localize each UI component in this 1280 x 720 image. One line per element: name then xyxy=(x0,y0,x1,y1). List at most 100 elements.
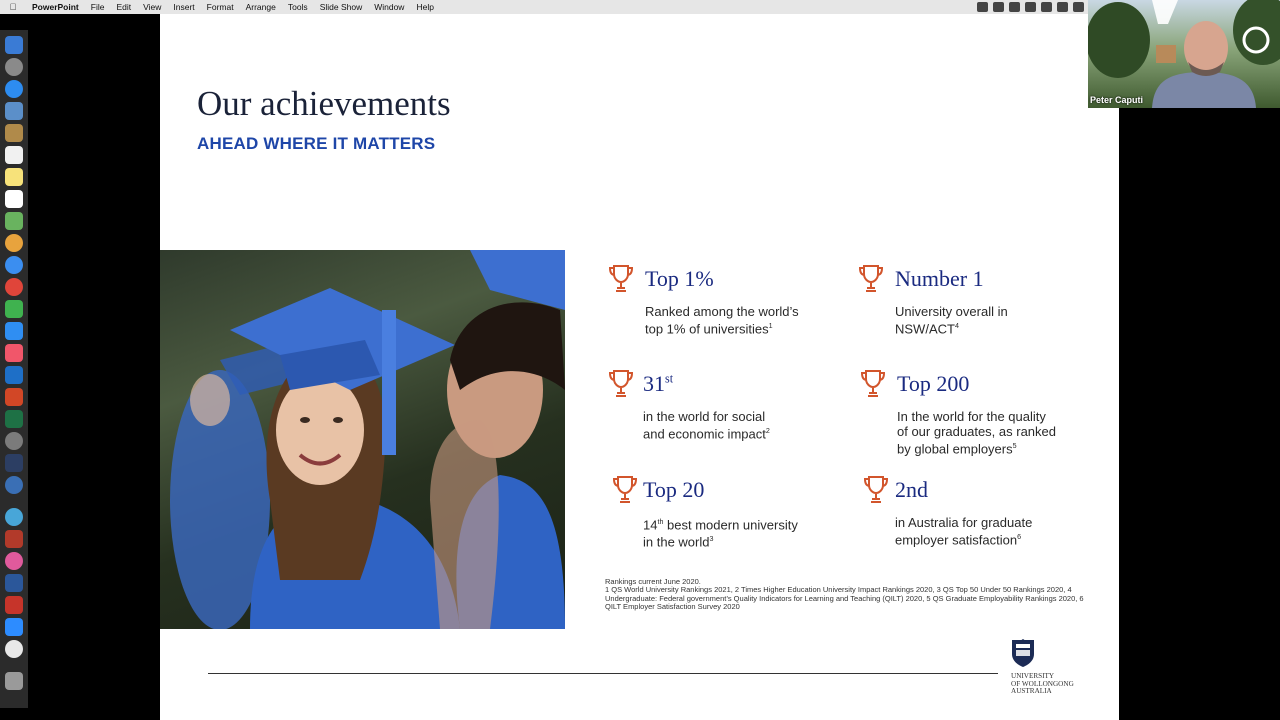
footer-divider xyxy=(208,673,998,674)
reminders-icon[interactable] xyxy=(5,190,23,208)
achievement-description: University overall in NSW/ACT4 xyxy=(895,304,1008,336)
trophy-icon xyxy=(608,370,634,397)
status-icon[interactable] xyxy=(1057,2,1068,12)
heading-number: 31 xyxy=(643,371,665,396)
description-line: in the world xyxy=(643,534,710,550)
news-icon[interactable] xyxy=(5,278,23,296)
word-icon[interactable] xyxy=(5,574,23,592)
app-icon[interactable] xyxy=(5,476,23,494)
launchpad-icon[interactable] xyxy=(5,58,23,76)
achievement-description: Ranked among the world’s top 1% of unive… xyxy=(645,304,799,336)
menu-help[interactable]: Help xyxy=(410,0,439,14)
description-line: employer satisfaction xyxy=(895,532,1018,548)
menu-arrange[interactable]: Arrange xyxy=(240,0,282,14)
footnote-ref: 5 xyxy=(1012,442,1017,450)
university-crest-icon xyxy=(1012,639,1034,667)
excel-icon[interactable] xyxy=(5,410,23,428)
slide-title: Our achievements xyxy=(197,84,451,123)
footnote-line: 1 QS World University Rankings 2021, 2 T… xyxy=(605,585,1084,612)
achievement-heading: Number 1 xyxy=(895,266,984,291)
university-name-line: AUSTRALIA xyxy=(1011,687,1052,696)
menu-format[interactable]: Format xyxy=(201,0,240,14)
description-line: by global employers xyxy=(897,441,1013,457)
finder-icon[interactable] xyxy=(5,36,23,54)
description-line: and economic impact xyxy=(643,426,766,442)
maps-icon[interactable] xyxy=(5,212,23,230)
status-icon[interactable] xyxy=(1073,2,1084,12)
achievement-description: in Australia for graduate employer satis… xyxy=(895,515,1032,547)
footnote-ref: 3 xyxy=(709,535,714,544)
status-icon[interactable] xyxy=(1025,2,1036,12)
achievement-description: In the world for the quality of our grad… xyxy=(897,409,1056,456)
achievement-heading: 2nd xyxy=(895,477,928,502)
messages-icon[interactable] xyxy=(5,256,23,274)
app-store-icon[interactable] xyxy=(5,322,23,340)
rankings-footnote: Rankings current June 2020. 1 QS World U… xyxy=(605,577,1090,612)
achievement-heading: Top 200 xyxy=(897,371,970,396)
trophy-icon xyxy=(860,370,886,397)
description-line: NSW/ACT xyxy=(895,321,955,337)
safari-icon[interactable] xyxy=(5,80,23,98)
achievement-heading: 31st xyxy=(643,371,673,397)
app-icon[interactable] xyxy=(5,508,23,526)
music-icon[interactable] xyxy=(5,344,23,362)
status-icon[interactable] xyxy=(977,2,988,12)
mail-icon[interactable] xyxy=(5,102,23,120)
contacts-icon[interactable] xyxy=(5,124,23,142)
menu-app-name[interactable]: PowerPoint xyxy=(26,0,85,14)
status-icon[interactable] xyxy=(1041,2,1052,12)
webcam-video[interactable]: Peter Caputi xyxy=(1088,0,1280,108)
acrobat-icon[interactable] xyxy=(5,596,23,614)
trophy-icon xyxy=(608,265,634,292)
trash-icon[interactable] xyxy=(5,672,23,690)
status-icon[interactable] xyxy=(993,2,1004,12)
app-icon[interactable] xyxy=(5,552,23,570)
settings-icon[interactable] xyxy=(5,432,23,450)
chrome-icon[interactable] xyxy=(5,640,23,658)
footnote-ref: 6 xyxy=(1017,533,1022,541)
achievement-description: in the world for social and economic imp… xyxy=(643,409,770,441)
description-line: Ranked among the world’s xyxy=(645,304,799,319)
achievement-description: 14th best modern university in the world… xyxy=(643,515,798,550)
calendar-icon[interactable] xyxy=(5,146,23,164)
description-line: University overall in xyxy=(895,304,1008,319)
zoom-icon[interactable] xyxy=(5,618,23,636)
university-logo: UNIVERSITY OF WOLLONGONG AUSTRALIA xyxy=(1011,638,1091,698)
apple-icon[interactable]:  xyxy=(0,2,26,12)
outlook-icon[interactable] xyxy=(5,366,23,384)
description-line: best modern university xyxy=(663,517,798,533)
university-name: UNIVERSITY OF WOLLONGONG AUSTRALIA xyxy=(1011,672,1074,696)
graduates-photo-illustration xyxy=(170,250,565,629)
achievement-heading: Top 1% xyxy=(645,266,714,291)
description-line: of our graduates, as ranked xyxy=(897,424,1056,439)
heading-ordinal: st xyxy=(665,371,674,386)
description-line: In the world for the quality xyxy=(897,409,1046,424)
status-icon[interactable] xyxy=(1009,2,1020,12)
footnote-ref: 2 xyxy=(765,427,770,435)
webcam-feed-illustration xyxy=(1088,0,1280,108)
facetime-icon[interactable] xyxy=(5,300,23,318)
powerpoint-icon[interactable] xyxy=(5,388,23,406)
status-icons xyxy=(977,2,1084,12)
menu-edit[interactable]: Edit xyxy=(110,0,137,14)
trophy-icon xyxy=(858,265,884,292)
graduates-photo xyxy=(160,250,565,629)
slide: Our achievements AHEAD WHERE IT MATTERS xyxy=(160,14,1119,720)
description-line: in Australia for graduate xyxy=(895,515,1033,530)
photos-icon[interactable] xyxy=(5,234,23,252)
trophy-icon xyxy=(863,476,889,503)
description-line: top 1% of universities xyxy=(645,321,769,337)
notes-icon[interactable] xyxy=(5,168,23,186)
participant-name: Peter Caputi xyxy=(1090,95,1144,105)
menu-tools[interactable]: Tools xyxy=(282,0,314,14)
footnote-ref: 4 xyxy=(954,322,959,330)
description-number: 14 xyxy=(643,517,658,533)
app-icon[interactable] xyxy=(5,530,23,548)
app-icon[interactable] xyxy=(5,454,23,472)
menu-window[interactable]: Window xyxy=(368,0,410,14)
menu-file[interactable]: File xyxy=(85,0,111,14)
menu-slide-show[interactable]: Slide Show xyxy=(314,0,369,14)
menu-view[interactable]: View xyxy=(137,0,167,14)
menu-insert[interactable]: Insert xyxy=(167,0,200,14)
trophy-icon xyxy=(612,476,638,503)
